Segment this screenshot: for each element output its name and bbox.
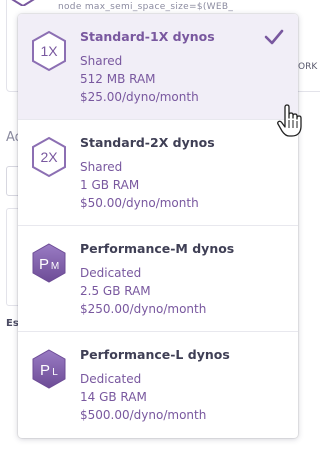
hexagon-1x-icon: 1X [32, 30, 66, 72]
option-type: Shared [80, 160, 123, 174]
background-hexagon-icon [11, 0, 35, 6]
svg-text:L: L [52, 367, 58, 378]
dyno-type-dropdown: 1X Standard-1X dynos Shared 512 MB RAM $… [18, 14, 298, 438]
option-type: Dedicated [80, 372, 142, 386]
dyno-option-standard-2x[interactable]: 2X Standard-2X dynos Shared 1 GB RAM $50… [18, 120, 298, 226]
option-name: Performance-L dynos [80, 347, 230, 362]
option-price: $50.00/dyno/month [80, 196, 199, 210]
background-bold-label: Es [6, 318, 19, 329]
option-ram: 1 GB RAM [80, 178, 140, 192]
hand-pointer-cursor [277, 104, 302, 137]
option-ram: 512 MB RAM [80, 72, 156, 86]
option-price: $500.00/dyno/month [80, 408, 207, 422]
background-command-text: node max_semi_space_size=$(WEB_ [58, 2, 234, 12]
option-ram: 14 GB RAM [80, 390, 147, 404]
option-type: Shared [80, 54, 123, 68]
checkmark-icon [264, 29, 284, 45]
option-type: Dedicated [80, 266, 142, 280]
option-name: Standard-2X dynos [80, 135, 215, 150]
option-ram: 2.5 GB RAM [80, 284, 151, 298]
svg-text:P: P [40, 362, 50, 379]
svg-text:1X: 1X [40, 43, 58, 59]
dyno-option-performance-m[interactable]: P M Performance-M dynos Dedicated 2.5 GB… [18, 226, 298, 332]
svg-text:P: P [39, 256, 49, 273]
performance-l-icon: P L [32, 349, 66, 389]
option-price: $25.00/dyno/month [80, 90, 199, 104]
performance-m-icon: P M [32, 243, 66, 283]
option-name: Performance-M dynos [80, 241, 235, 256]
dyno-option-standard-1x[interactable]: 1X Standard-1X dynos Shared 512 MB RAM $… [18, 14, 298, 120]
background-right-text: ORK [298, 62, 318, 72]
option-name: Standard-1X dynos [80, 29, 215, 44]
dyno-option-performance-l[interactable]: P L Performance-L dynos Dedicated 14 GB … [18, 332, 298, 438]
option-price: $250.00/dyno/month [80, 302, 207, 316]
svg-text:2X: 2X [40, 149, 58, 165]
svg-text:M: M [51, 261, 59, 272]
hexagon-2x-icon: 2X [32, 136, 66, 178]
